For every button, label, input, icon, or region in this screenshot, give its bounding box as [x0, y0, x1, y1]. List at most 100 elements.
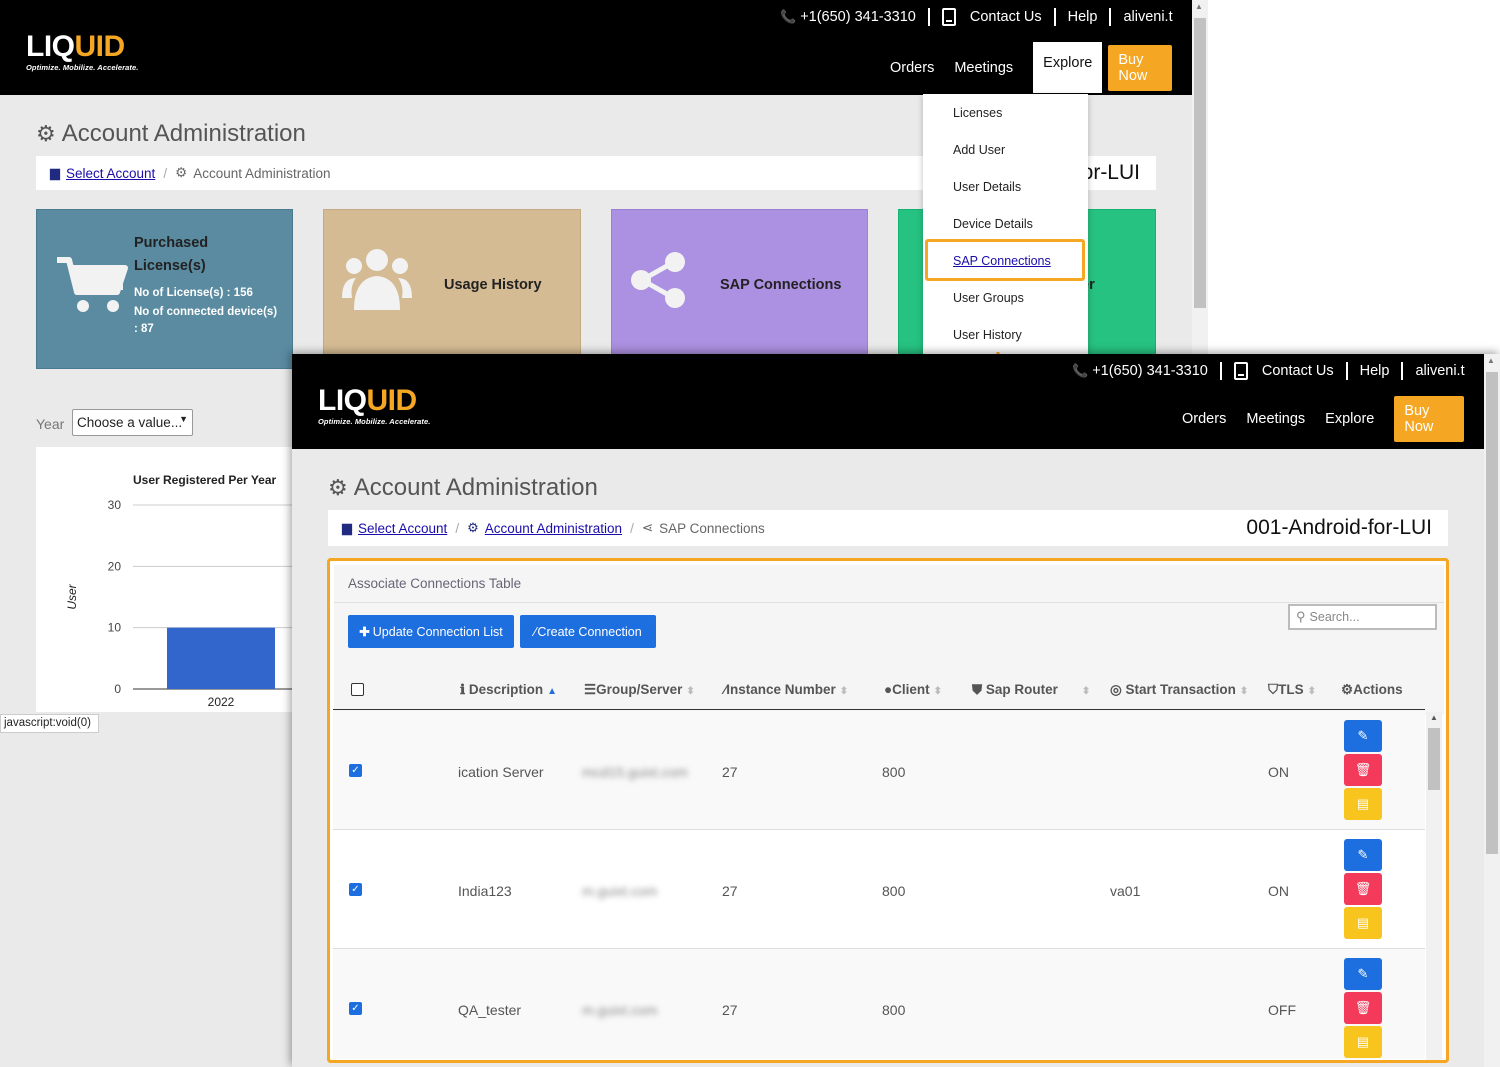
menu-item-add-user[interactable]: Add User — [953, 143, 1005, 157]
edit-button[interactable]: ✎ — [1344, 958, 1382, 990]
update-connection-list-button[interactable]: ✚ Update Connection List — [348, 615, 514, 648]
chart-title: User Registered Per Year — [133, 473, 277, 487]
help-link[interactable]: Help — [1068, 9, 1098, 25]
briefcase-icon: ▆ — [50, 165, 60, 180]
create-connection-button[interactable]: ⁄ Create Connection — [520, 615, 656, 648]
trash-icon: 🗑 — [1354, 881, 1372, 896]
composite-screenshot: LIQUID Optimize. Mobilize. Accelerate. 📞… — [0, 0, 1500, 1067]
gears-icon: ⚙ — [328, 475, 348, 500]
row-checkbox[interactable]: ✓ — [349, 883, 362, 896]
bg-scroll-up-icon[interactable]: ▲ — [1195, 2, 1203, 11]
gears-icon: ⚙ — [175, 165, 188, 180]
gears-icon: ⚙ — [36, 121, 56, 146]
menu-item-licenses[interactable]: Licenses — [953, 106, 1002, 120]
select-account-link[interactable]: Select Account — [358, 521, 447, 536]
nav-meetings[interactable]: Meetings — [954, 60, 1013, 76]
contact-us-link[interactable]: Contact Us — [1262, 363, 1334, 379]
tile-licenses-count: No of License(s) : 156 — [134, 287, 253, 299]
select-account-link[interactable]: Select Account — [66, 166, 155, 181]
users-icon — [342, 249, 412, 310]
user-name[interactable]: aliveni.t — [1123, 9, 1172, 25]
tile-usage-history[interactable]: Usage History — [323, 209, 581, 359]
chart-y-tick-label: 10 — [108, 621, 122, 635]
user-registered-chart: User Registered Per Year User 0 10 20 30 2022 — [65, 473, 292, 709]
buy-now-button[interactable]: Buy Now — [1394, 396, 1464, 442]
row-group-server: m.guixt.com — [582, 1002, 658, 1018]
row-group-server: mcd15.guixt.com — [582, 764, 688, 780]
row-tls: ON — [1268, 764, 1289, 780]
fg-scrollbar-thumb[interactable] — [1486, 372, 1498, 854]
caret-down-icon: ▼ — [179, 414, 188, 424]
fg-header: LIQUID Optimize. Mobilize. Accelerate. 📞… — [292, 354, 1484, 449]
details-button[interactable]: ▤ — [1344, 907, 1382, 939]
row-tls: ON — [1268, 883, 1289, 899]
buy-now-button[interactable]: Buy Now — [1108, 44, 1172, 91]
pencil-icon: ✎ — [1357, 728, 1369, 743]
contact-icon — [941, 8, 956, 26]
details-button[interactable]: ▤ — [1344, 788, 1382, 820]
row-checkbox[interactable]: ✓ — [349, 764, 362, 777]
search-input[interactable]: ⚲ Search... — [1288, 604, 1437, 630]
col-sap-router[interactable]: ⛊ Sap Router ⬍ — [972, 682, 1090, 698]
account-admin-link[interactable]: Account Administration — [485, 521, 622, 536]
target-icon: ◎ — [1110, 682, 1122, 697]
delete-button[interactable]: 🗑 — [1344, 873, 1382, 905]
edit-button[interactable]: ✎ — [1344, 720, 1382, 752]
fg-page-title: ⚙ Account Administration — [328, 474, 598, 501]
delete-button[interactable]: 🗑 — [1344, 754, 1382, 786]
col-instance-number[interactable]: ⁄Instance Number ⬍ — [724, 682, 848, 697]
shield-icon: ⛉ — [1268, 682, 1279, 697]
details-button[interactable]: ▤ — [1344, 1026, 1382, 1058]
gears-icon: ⚙ — [467, 520, 479, 535]
tile-purchased-licenses[interactable]: Purchased License(s) No of License(s) : … — [36, 209, 293, 369]
menu-item-user-details[interactable]: User Details — [953, 180, 1021, 194]
bg-logo[interactable]: LIQUID Optimize. Mobilize. Accelerate. — [26, 32, 138, 73]
chart-y-tick-label: 30 — [108, 498, 122, 512]
phone-icon: 📞 — [1072, 363, 1089, 378]
user-name[interactable]: aliveni.t — [1415, 363, 1464, 379]
nav-meetings[interactable]: Meetings — [1246, 411, 1305, 427]
col-description[interactable]: ℹ Description ▲ — [460, 682, 557, 698]
phone-number[interactable]: +1(650) 341-3310 — [1092, 363, 1208, 379]
year-select[interactable]: Choose a value... ▼ — [72, 409, 193, 436]
tile-sap-connections[interactable]: SAP Connections — [611, 209, 868, 359]
table-body-scroll-thumb[interactable] — [1428, 728, 1440, 790]
phone-number[interactable]: +1(650) 341-3310 — [800, 9, 916, 25]
bg-account-name: or-LUI — [1081, 161, 1140, 184]
menu-item-device-details[interactable]: Device Details — [953, 217, 1033, 231]
select-all-checkbox[interactable] — [351, 683, 364, 696]
row-client: 800 — [882, 1002, 906, 1018]
col-client[interactable]: ●Client ⬍ — [884, 682, 942, 697]
gear-icon: ⚙ — [1341, 682, 1354, 697]
plus-icon: ✚ — [359, 625, 370, 639]
nav-explore[interactable]: Explore — [1325, 411, 1374, 427]
explore-dropdown-menu: Licenses Add User User Details Device De… — [923, 94, 1088, 356]
col-group-server[interactable]: ☰Group/Server ⬍ — [584, 682, 695, 698]
row-checkbox[interactable]: ✓ — [349, 1002, 362, 1015]
chart-y-tick-label: 20 — [108, 559, 122, 573]
col-start-transaction[interactable]: ◎ Start Transaction ⬍ — [1110, 682, 1248, 698]
nav-orders[interactable]: Orders — [890, 60, 934, 76]
briefcase-icon: ▆ — [342, 520, 352, 535]
chart-y-axis-label: User — [65, 583, 79, 609]
share-icon — [631, 252, 685, 308]
contact-us-link[interactable]: Contact Us — [970, 9, 1042, 25]
pencil-icon: ✎ — [1357, 966, 1369, 981]
delete-button[interactable]: 🗑 — [1344, 992, 1382, 1024]
fg-scroll-up-icon[interactable]: ▲ — [1487, 356, 1495, 365]
trash-icon: 🗑 — [1354, 762, 1372, 777]
edit-button[interactable]: ✎ — [1344, 839, 1382, 871]
help-link[interactable]: Help — [1360, 363, 1390, 379]
menu-item-user-groups[interactable]: User Groups — [953, 291, 1024, 305]
nav-orders[interactable]: Orders — [1182, 411, 1226, 427]
fg-logo[interactable]: LIQUID Optimize. Mobilize. Accelerate. — [318, 386, 430, 427]
bg-scrollbar-thumb[interactable] — [1194, 18, 1206, 308]
row-start-transaction: va01 — [1110, 883, 1141, 899]
road-icon: ⛊ — [972, 682, 983, 697]
bg-main-nav: Orders Meetings Explore Buy Now — [890, 42, 1192, 93]
menu-item-user-history[interactable]: User History — [953, 328, 1022, 342]
col-tls[interactable]: ⛉TLS ⬍ — [1268, 682, 1316, 698]
table-scroll-up-icon[interactable]: ▲ — [1430, 713, 1438, 722]
fg-main-nav: Orders Meetings Explore Buy Now — [1182, 396, 1484, 442]
nav-explore[interactable]: Explore — [1033, 42, 1103, 93]
